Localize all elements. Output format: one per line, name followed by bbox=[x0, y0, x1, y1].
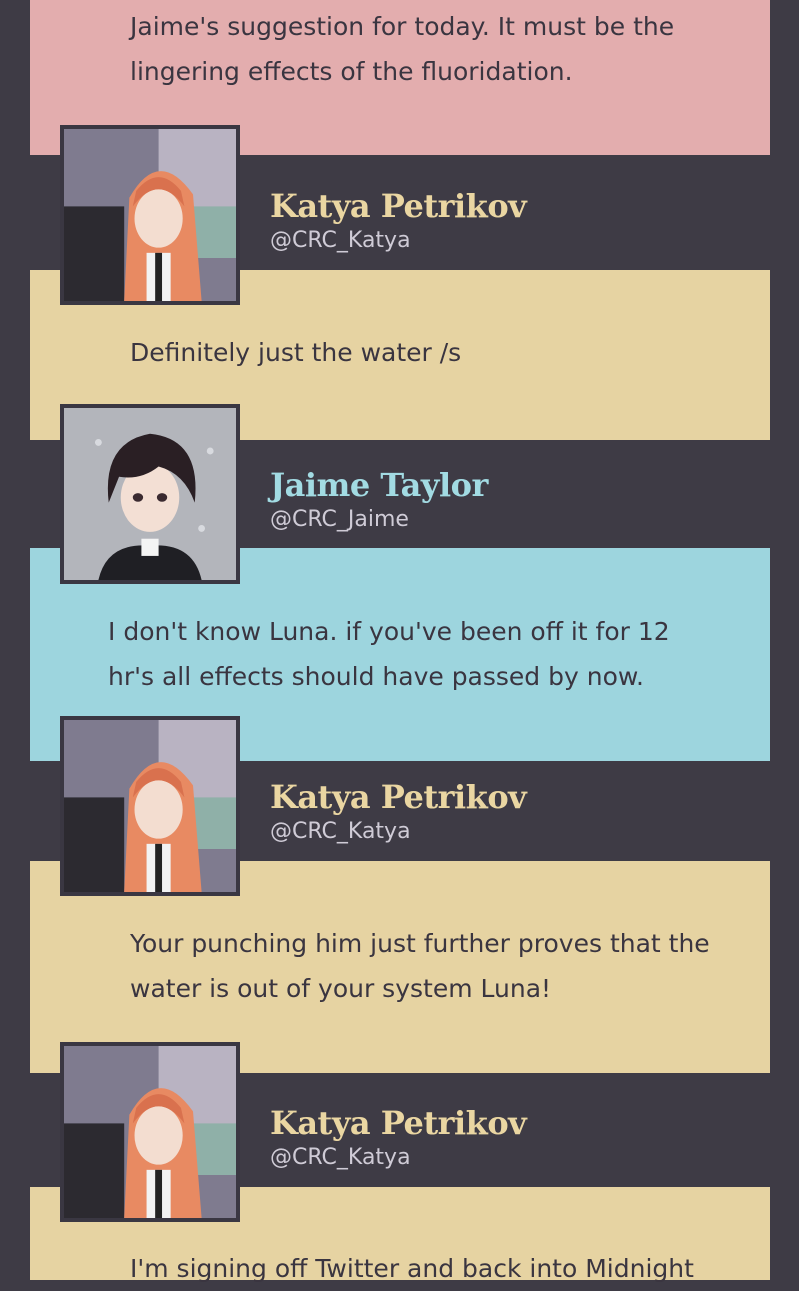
katya-avatar[interactable] bbox=[60, 1042, 240, 1222]
author-name[interactable]: Jaime Taylor bbox=[270, 466, 488, 504]
author-name[interactable]: Katya Petrikov bbox=[270, 778, 527, 816]
post-text-body: Definitely just the water /s bbox=[130, 338, 462, 367]
post-text: Jaime's suggestion for today. It must be… bbox=[30, 4, 770, 94]
post-text: Your punching him just further proves th… bbox=[30, 921, 770, 1011]
post-text-body: Jaime's suggestion for today. It must be… bbox=[130, 12, 675, 86]
post-text-body: I don't know Luna. if you've been off it… bbox=[108, 617, 670, 691]
author-handle[interactable]: @CRC_Katya bbox=[270, 228, 411, 253]
katya-avatar[interactable] bbox=[60, 716, 240, 896]
post-text: I don't know Luna. if you've been off it… bbox=[30, 609, 770, 699]
post-text: Definitely just the water /s bbox=[30, 330, 770, 375]
jaime-avatar[interactable] bbox=[60, 404, 240, 584]
author-name[interactable]: Katya Petrikov bbox=[270, 1104, 527, 1142]
author-handle[interactable]: @CRC_Katya bbox=[270, 1145, 411, 1170]
post-text-body: I'm signing off Twitter and back into Mi… bbox=[130, 1254, 694, 1283]
katya-avatar[interactable] bbox=[60, 125, 240, 305]
post-text-body: Your punching him just further proves th… bbox=[130, 929, 710, 1003]
author-handle[interactable]: @CRC_Jaime bbox=[270, 507, 409, 532]
author-handle[interactable]: @CRC_Katya bbox=[270, 819, 411, 844]
post-text: I'm signing off Twitter and back into Mi… bbox=[30, 1246, 770, 1291]
author-name[interactable]: Katya Petrikov bbox=[270, 187, 527, 225]
